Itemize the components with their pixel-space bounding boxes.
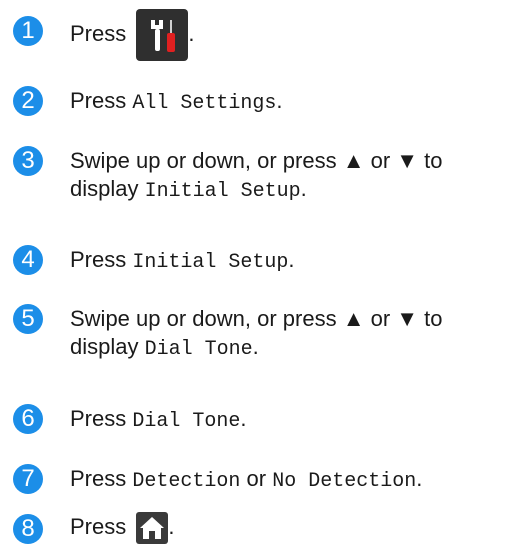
step-punct: . (416, 466, 423, 491)
step-line: display Initial Setup. (70, 175, 507, 206)
menu-item-dial-tone[interactable]: Dial Tone (132, 410, 240, 433)
step-label: display (70, 176, 145, 201)
step-number: 4 (13, 245, 43, 275)
step-label: Press (70, 466, 133, 491)
step-number: 5 (13, 304, 43, 334)
step-label: Press (70, 514, 127, 539)
menu-item-dial-tone: Dial Tone (144, 338, 253, 361)
step-line: Swipe up or down, or press ▲ or ▼ to (70, 306, 443, 331)
step-number: 1 (13, 16, 43, 46)
step-number: 8 (13, 514, 43, 544)
menu-item-initial-setup: Initial Setup (144, 180, 301, 203)
step-text: Swipe up or down, or press ▲ or ▼ to dis… (70, 147, 507, 206)
step-text: Swipe up or down, or press ▲ or ▼ to dis… (70, 305, 507, 364)
step-text: Press Dial Tone. (70, 405, 507, 436)
option-no-detection[interactable]: No Detection (272, 470, 416, 493)
step-punct: . (276, 88, 283, 113)
step-label: Press (70, 88, 133, 113)
step-number: 6 (13, 404, 43, 434)
step-punct: . (240, 406, 247, 431)
step-punct: . (252, 334, 259, 359)
step-label: display (70, 334, 145, 359)
step-number: 2 (13, 86, 43, 116)
step-punct: . (188, 21, 195, 46)
step-line: Swipe up or down, or press ▲ or ▼ to (70, 148, 443, 173)
menu-item-initial-setup[interactable]: Initial Setup (132, 251, 288, 274)
step-text: Press Detection or No Detection. (70, 465, 507, 496)
home-icon[interactable] (136, 512, 169, 545)
step-conjunction: or (240, 466, 273, 491)
option-detection[interactable]: Detection (132, 470, 240, 493)
step-line: display Dial Tone. (70, 333, 507, 364)
step-punct: . (300, 176, 307, 201)
step-punct: . (288, 247, 295, 272)
step-text: Press . (70, 509, 507, 545)
step-label: Press (70, 247, 133, 272)
step-text: Press Initial Setup. (70, 246, 507, 277)
step-label: Press (70, 406, 133, 431)
step-text: Press . (70, 8, 507, 62)
step-punct: . (168, 514, 175, 539)
step-number: 7 (13, 464, 43, 494)
step-label: Press (70, 21, 127, 46)
settings-tools-icon[interactable] (136, 9, 189, 62)
step-number: 3 (13, 146, 43, 176)
step-text: Press All Settings. (70, 87, 507, 118)
menu-item-all-settings[interactable]: All Settings (132, 92, 276, 115)
